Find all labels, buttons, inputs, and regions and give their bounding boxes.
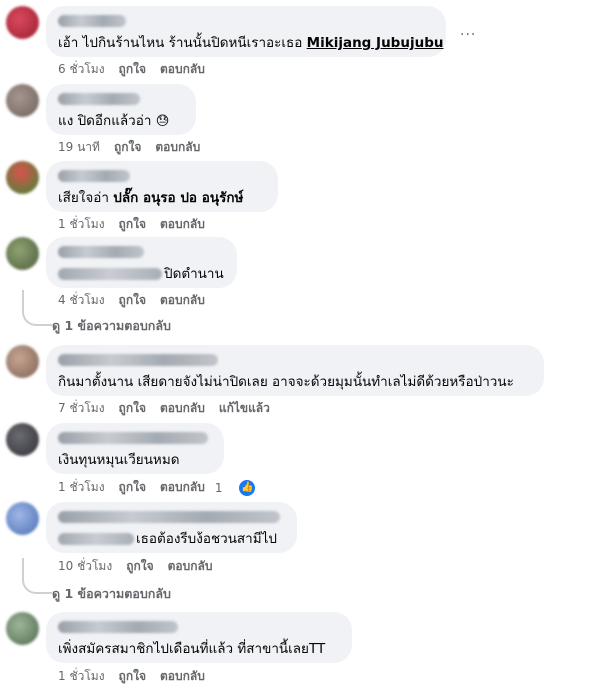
commenter-name-blurred[interactable] [58,246,144,258]
reply-button[interactable]: ตอบกลับ [160,60,205,79]
avatar[interactable] [6,345,39,378]
reply-button[interactable]: ตอบกลับ [160,667,205,686]
comment-text: ปิดตำนาน [58,265,225,283]
like-button[interactable]: ถูกใจ [119,215,146,234]
timestamp[interactable]: 7 ชั่วโมง [58,399,105,418]
mentioned-user-link[interactable]: ปลั๊ก อนุรอ ปอ อนุรักษ์ [113,190,243,206]
commenter-name-blurred[interactable] [58,15,126,27]
reply-button[interactable]: ตอบกลับ [168,557,213,576]
avatar[interactable] [6,237,39,270]
timestamp[interactable]: 10 ชั่วโมง [58,557,112,576]
blurred-text [58,533,134,545]
reaction-count: 1 [214,480,223,495]
reaction-summary[interactable]: 1 👍 [214,479,270,496]
timestamp[interactable]: 1 ชั่วโมง [58,478,105,497]
like-button[interactable]: ถูกใจ [119,60,146,79]
comment-text: แง ปิดอีกแล้วอ่า 😓 [58,113,170,129]
comment-actions: 6 ชั่วโมง ถูกใจ ตอบกลับ [58,60,219,79]
like-button[interactable]: ถูกใจ [119,399,146,418]
comment-bubble: เสียใจอ่า ปลั๊ก อนุรอ ปอ อนุรักษ์ [46,161,278,212]
commenter-name-blurred[interactable] [58,93,140,105]
reply-button[interactable]: ตอบกลับ [155,138,200,157]
comment-actions: 10 ชั่วโมง ถูกใจ ตอบกลับ [58,557,226,576]
reply-button[interactable]: ตอบกลับ [160,291,205,310]
avatar[interactable] [6,161,39,194]
timestamp[interactable]: 1 ชั่วโมง [58,215,105,234]
more-options-icon[interactable]: ··· [460,27,476,43]
edited-label: แก้ไขแล้ว [218,401,270,415]
comment-bubble: เพิ่งสมัครสมาชิกไปเดือนที่แล้ว ที่สาขานี… [46,612,352,663]
like-button[interactable]: ถูกใจ [119,478,146,497]
comment-text: เพิ่งสมัครสมาชิกไปเดือนที่แล้ว ที่สาขานี… [58,641,326,657]
avatar[interactable] [6,423,39,456]
comment-bubble: กินมาตั้งนาน เสียดายจังไม่น่าปิดเลย อาจจ… [46,345,544,396]
like-button[interactable]: ถูกใจ [114,138,141,157]
avatar[interactable] [6,84,39,117]
blurred-text [58,268,162,280]
comment-text: เอ้า ไปกินร้านไหน ร้านนั้นปิดหนีเราอะเธอ… [58,35,444,51]
comment-bubble: เงินทุนหมุนเวียนหมด [46,423,224,474]
timestamp[interactable]: 4 ชั่วโมง [58,291,105,310]
reply-button[interactable]: ตอบกลับ [160,478,205,497]
commenter-name-blurred[interactable] [58,354,218,366]
comment-text: เสียใจอ่า ปลั๊ก อนุรอ ปอ อนุรักษ์ [58,190,244,206]
comment-actions: 1 ชั่วโมง ถูกใจ ตอบกลับ [58,215,219,234]
reply-button[interactable]: ตอบกลับ [160,399,205,418]
commenter-name-blurred[interactable] [58,170,130,182]
comment-actions: 1 ชั่วโมง ถูกใจ ตอบกลับ 1 👍 [58,478,269,497]
comment-actions: 1 ชั่วโมง ถูกใจ ตอบกลับ [58,667,219,686]
sad-emoji-icon: 😓 [155,114,170,129]
comment-text: กินมาตั้งนาน เสียดายจังไม่น่าปิดเลย อาจจ… [58,374,514,390]
comment-bubble: เธอต้องรีบง้อชวนสามีไป [46,502,297,553]
comment-actions: 4 ชั่วโมง ถูกใจ ตอบกลับ [58,291,219,310]
view-replies-link[interactable]: ดู 1 ข้อความตอบกลับ [22,290,171,336]
commenter-name-blurred[interactable] [58,511,280,523]
avatar[interactable] [6,6,39,39]
comment-bubble: เอ้า ไปกินร้านไหน ร้านนั้นปิดหนีเราอะเธอ… [46,6,446,57]
like-button[interactable]: ถูกใจ [119,291,146,310]
commenter-name-blurred[interactable] [58,621,178,633]
mentioned-user-link[interactable]: Mikijang Jubujubu [307,35,444,51]
like-button[interactable]: ถูกใจ [126,557,153,576]
comment-bubble: ปิดตำนาน [46,237,237,288]
avatar[interactable] [6,612,39,645]
thumbs-up-icon: 👍 [239,479,256,496]
comment-actions: 7 ชั่วโมง ถูกใจ ตอบกลับ แก้ไขแล้ว [58,399,284,418]
comment-actions: 19 นาที ถูกใจ ตอบกลับ [58,138,214,157]
timestamp[interactable]: 19 นาที [58,138,100,157]
commenter-name-blurred[interactable] [58,432,208,444]
comment-text: เธอต้องรีบง้อชวนสามีไป [58,530,285,548]
timestamp[interactable]: 1 ชั่วโมง [58,667,105,686]
timestamp[interactable]: 6 ชั่วโมง [58,60,105,79]
reply-button[interactable]: ตอบกลับ [160,215,205,234]
comment-bubble: แง ปิดอีกแล้วอ่า 😓 [46,84,196,135]
comment-text: เงินทุนหมุนเวียนหมด [58,452,180,468]
like-button[interactable]: ถูกใจ [119,667,146,686]
avatar[interactable] [6,502,39,535]
view-replies-link[interactable]: ดู 1 ข้อความตอบกลับ [22,558,171,604]
